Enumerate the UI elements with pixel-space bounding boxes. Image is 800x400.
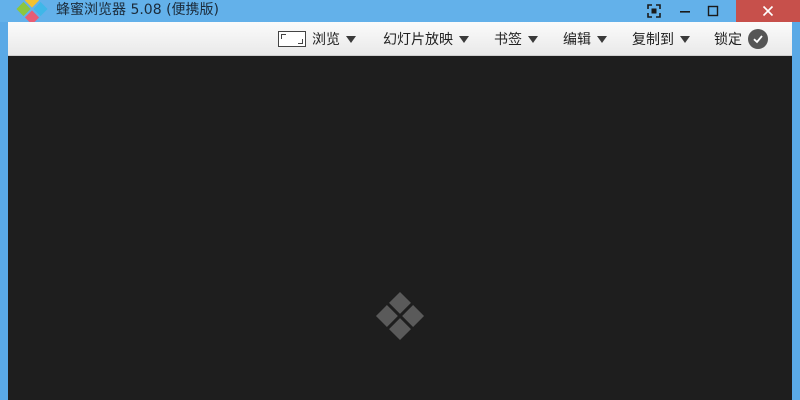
slideshow-label: 幻灯片放映 — [383, 32, 453, 48]
browse-menu-button[interactable]: 浏览 — [278, 22, 356, 56]
dropdown-arrow-icon — [680, 35, 690, 43]
check-circle-icon — [748, 29, 768, 49]
frame-icon — [278, 31, 306, 47]
bookmarks-menu-button[interactable]: 书签 — [494, 22, 538, 56]
app-window: 蜂蜜浏览器 5.08 (便携版) 浏览 幻灯片放映 书签 编辑 复制到 锁定 — [0, 0, 800, 400]
dropdown-arrow-icon — [346, 35, 356, 43]
edit-menu-button[interactable]: 编辑 — [563, 22, 607, 56]
close-button[interactable] — [736, 0, 800, 22]
fullscreen-icon — [647, 4, 661, 18]
close-icon — [762, 5, 774, 17]
bookmarks-label: 书签 — [494, 32, 522, 48]
diamond-grid-icon — [375, 291, 425, 341]
title-bar[interactable]: 蜂蜜浏览器 5.08 (便携版) — [0, 0, 800, 25]
browse-label: 浏览 — [312, 32, 340, 48]
image-viewer-area[interactable] — [8, 56, 792, 400]
copy-to-menu-button[interactable]: 复制到 — [632, 22, 690, 56]
minimize-icon — [680, 11, 690, 13]
lock-button[interactable]: 锁定 — [714, 22, 768, 56]
minimize-button[interactable] — [671, 0, 699, 22]
dropdown-arrow-icon — [528, 35, 538, 43]
maximize-button[interactable] — [699, 0, 727, 22]
maximize-icon — [707, 5, 719, 17]
fullscreen-button[interactable] — [640, 0, 668, 22]
dropdown-arrow-icon — [597, 35, 607, 43]
toolbar: 浏览 幻灯片放映 书签 编辑 复制到 锁定 — [8, 22, 792, 56]
dropdown-arrow-icon — [459, 35, 469, 43]
copy-to-label: 复制到 — [632, 32, 674, 48]
window-title: 蜂蜜浏览器 5.08 (便携版) — [56, 2, 219, 18]
edit-label: 编辑 — [563, 32, 591, 48]
slideshow-menu-button[interactable]: 幻灯片放映 — [383, 22, 469, 56]
lock-label: 锁定 — [714, 32, 742, 48]
